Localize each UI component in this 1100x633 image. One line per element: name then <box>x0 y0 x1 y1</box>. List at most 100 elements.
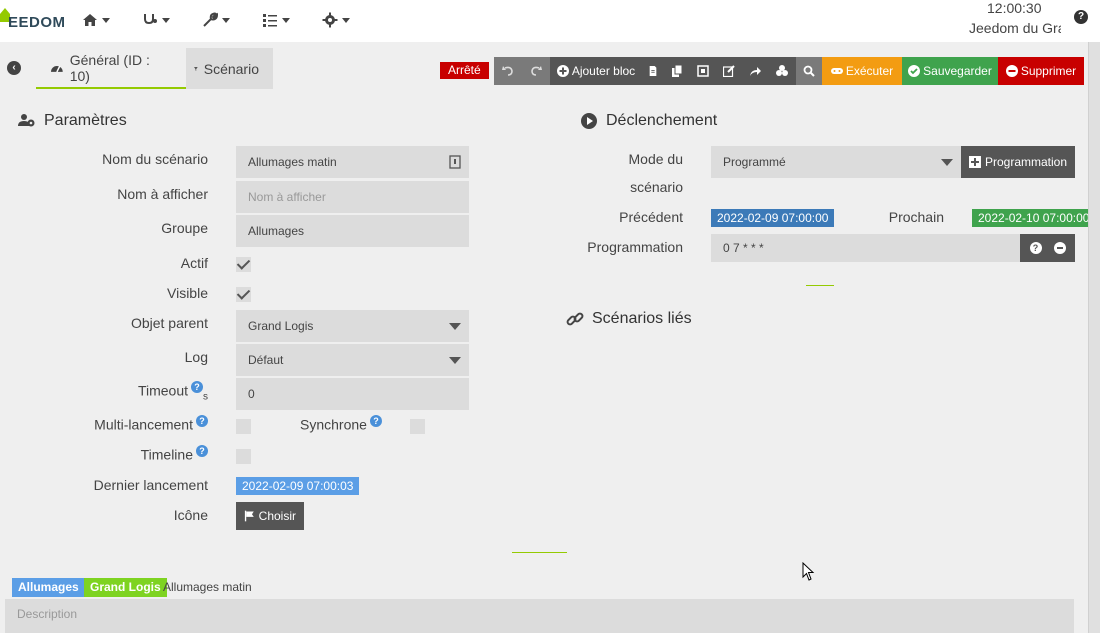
tab-general[interactable]: Général (ID : 10) <box>36 48 186 89</box>
display-name-input[interactable]: Nom à afficher <box>236 181 469 213</box>
timeline-label-group: Timeline? <box>0 445 208 463</box>
multi-launch-label: Multi-lancement <box>94 416 193 433</box>
expand-icon <box>697 65 709 77</box>
execute-label: Exécuter <box>845 64 894 78</box>
linked-title: Scénarios liés <box>592 310 692 327</box>
sync-checkbox[interactable] <box>410 419 425 434</box>
tab-scenario[interactable]: Scénario <box>186 48 273 89</box>
nav-tools-menu[interactable] <box>202 9 230 31</box>
timeout-label-group: Timeout ?s <box>0 381 208 402</box>
add-block-button[interactable]: Ajouter bloc <box>550 57 642 85</box>
programmation-button-label: Programmation <box>984 155 1067 169</box>
site-name[interactable]: Jeedom du Gra <box>969 20 1061 36</box>
timeline-checkbox[interactable] <box>236 449 251 464</box>
schedule-label: Programmation <box>587 239 683 255</box>
delete-button[interactable]: Supprimer <box>998 57 1084 85</box>
gamepad-icon <box>830 68 843 74</box>
edit-icon <box>723 65 735 77</box>
help-icon[interactable]: ? <box>369 415 382 427</box>
id-card-icon <box>449 155 461 169</box>
group-tag: Allumages <box>12 578 85 597</box>
help-icon[interactable]: ? <box>196 445 208 457</box>
trigger-section-header: Déclenchement <box>580 112 717 130</box>
last-run-label: Dernier lancement <box>93 477 208 493</box>
parent-object-select[interactable]: Grand Logis <box>236 310 469 342</box>
group-input[interactable]: Allumages <box>236 215 469 247</box>
linked-section-header: Scénarios liés <box>566 310 692 328</box>
minus-circle-icon <box>1005 65 1018 77</box>
visible-label: Visible <box>167 285 208 301</box>
edit-button[interactable] <box>716 57 742 85</box>
schedule-input[interactable]: 0 7 * * * <box>711 234 1020 262</box>
redo-icon <box>531 66 542 76</box>
logo-text: EEDOM <box>8 14 66 31</box>
save-button[interactable]: Sauvegarder <box>902 57 998 85</box>
mode-label-line1: Mode du <box>628 151 683 167</box>
help-icon[interactable]: ? <box>1029 242 1042 254</box>
arrow-left-icon: ‹ <box>7 61 21 75</box>
object-tag: Grand Logis <box>84 578 167 597</box>
timeout-unit: s <box>203 391 208 403</box>
wrench-icon <box>203 12 218 27</box>
undo-button[interactable] <box>494 57 522 85</box>
add-programmation-button[interactable]: Programmation <box>961 146 1075 178</box>
chevron-down-icon <box>449 357 461 364</box>
fullscreen-button[interactable] <box>690 57 716 85</box>
help-icon[interactable]: ? <box>191 381 203 393</box>
save-label: Sauvegarder <box>923 64 992 78</box>
nav-settings-menu[interactable] <box>322 9 350 31</box>
duplicate-button[interactable] <box>664 57 690 85</box>
export-button[interactable] <box>742 57 768 85</box>
active-checkbox[interactable] <box>236 257 251 272</box>
redo-button[interactable] <box>522 57 550 85</box>
check-circle-icon <box>908 65 921 77</box>
timeout-input[interactable]: 0 <box>236 378 469 410</box>
description-textarea[interactable]: Description <box>5 599 1074 633</box>
home-icon <box>83 14 97 26</box>
chevron-down-icon <box>162 17 170 23</box>
jeedom-logo[interactable]: EEDOM <box>0 8 70 34</box>
visible-checkbox[interactable] <box>236 287 251 302</box>
log-button[interactable] <box>642 57 664 85</box>
tab-general-label: Général (ID : 10) <box>69 51 150 84</box>
execute-button[interactable]: Exécuter <box>822 57 902 85</box>
help-icon[interactable]: ? <box>196 415 208 427</box>
description-placeholder: Description <box>17 607 78 621</box>
nav-home-menu[interactable] <box>82 9 110 31</box>
share-icon <box>750 67 761 76</box>
sync-label-group: Synchrone? <box>300 415 390 433</box>
top-navbar: EEDOM 12:00:30 Jeedom du Gra ? <box>0 0 1100 42</box>
log-select[interactable]: Défaut <box>236 344 469 376</box>
nav-analysis-menu[interactable] <box>142 9 170 31</box>
help-icon[interactable]: ? <box>1074 10 1088 24</box>
remove-schedule-icon[interactable] <box>1053 242 1066 254</box>
search-button[interactable] <box>796 57 822 85</box>
trigger-title: Déclenchement <box>606 112 718 129</box>
back-button[interactable]: ‹ <box>0 48 28 88</box>
plus-square-icon <box>969 156 981 168</box>
multi-launch-checkbox[interactable] <box>236 419 251 434</box>
mouse-cursor-icon <box>802 562 815 581</box>
scrollbar[interactable] <box>1088 42 1100 633</box>
plus-circle-icon <box>556 65 569 77</box>
undo-icon <box>502 66 513 76</box>
group-value: Allumages <box>248 224 305 238</box>
template-button[interactable] <box>768 57 796 85</box>
filter-icon <box>194 66 198 71</box>
schedule-value: 0 7 * * * <box>723 241 764 255</box>
choose-label: Choisir <box>258 509 296 523</box>
parent-object-label: Objet parent <box>130 315 208 331</box>
nav-plugins-menu[interactable] <box>262 9 290 31</box>
multi-launch-label-group: Multi-lancement? <box>0 415 208 433</box>
copy-icon <box>672 65 683 77</box>
divider <box>806 285 834 286</box>
log-label: Log <box>184 349 208 365</box>
scenario-name-input[interactable]: Allumages matin <box>236 146 469 178</box>
dashboard-icon <box>50 65 63 72</box>
scenario-name-value: Allumages matin <box>248 155 337 169</box>
mode-select[interactable]: Programmé <box>711 146 961 178</box>
stethoscope-icon <box>144 14 157 25</box>
timeout-label: Timeout <box>137 382 188 399</box>
choose-icon-button[interactable]: Choisir <box>236 502 304 530</box>
display-name-placeholder: Nom à afficher <box>248 190 326 204</box>
